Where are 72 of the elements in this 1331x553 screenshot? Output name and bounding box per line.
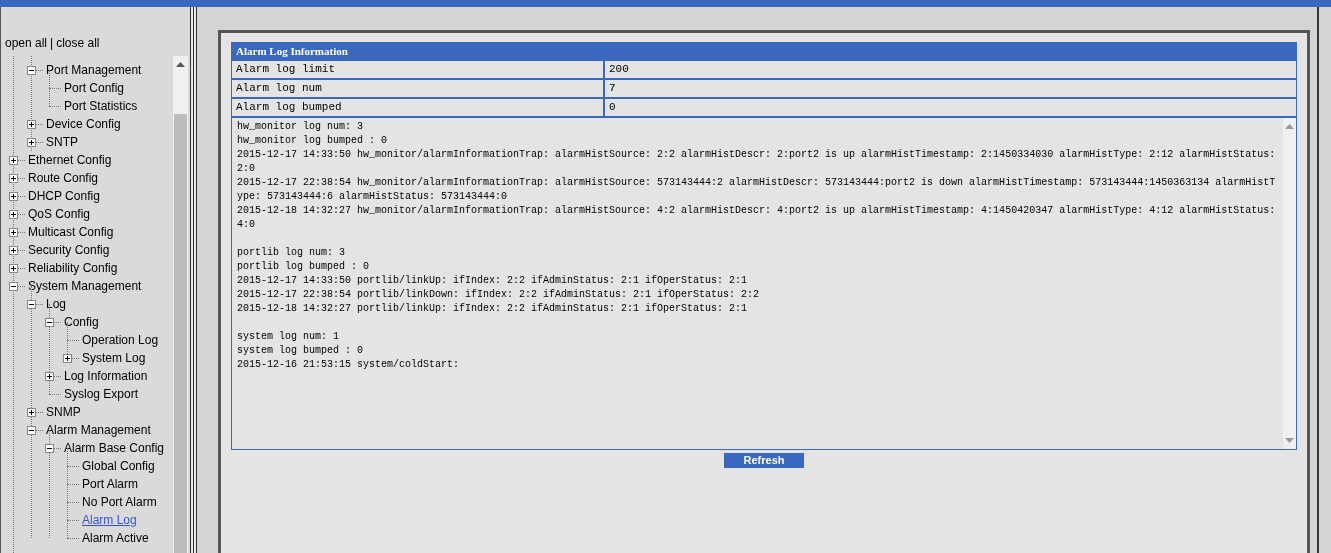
tree-item[interactable]: Alarm Active [81,529,150,547]
expand-icon[interactable] [45,371,54,381]
tree-item[interactable]: SNMP [45,403,82,421]
tree-item[interactable]: Security Config [27,241,111,259]
tree-item[interactable]: Alarm Management [45,421,152,439]
tree-item[interactable]: QoS Config [27,205,92,223]
expand-icon[interactable] [9,245,18,255]
collapse-icon[interactable] [27,65,36,75]
tree-item[interactable]: Device Config [45,115,122,133]
collapse-icon[interactable] [27,425,36,435]
log-line: portlib log num: 3 [237,246,347,260]
expand-icon[interactable] [9,263,18,273]
collapse-icon[interactable] [9,281,18,291]
log-line: hw_monitor log num: 3 [237,120,365,134]
tree-item[interactable]: Operation Log [81,331,160,349]
tree-item[interactable]: Port Alarm [81,475,139,493]
tree-item[interactable]: SNTP [45,133,79,151]
log-line: 2015-12-17 14:33:50 hw_monitor/alarmInformationTrap: alarmHistSource: 2:2 alarmHistDescr: 2:port2 is up alarmHistTimestamp: 2:1450334030 alarmHistType: 2:12 alarmHistStatus: 2:0 [237,148,1277,176]
expand-icon[interactable] [9,155,18,165]
panel-title: Alarm Log Information [232,43,1296,59]
expand-icon[interactable] [27,119,36,129]
tree-item[interactable]: Ethernet Config [27,151,113,169]
tree-item[interactable]: Alarm Base Config [63,439,166,457]
log-text-area[interactable] [232,116,1296,449]
field-value: 200 [608,62,630,77]
expand-icon[interactable] [9,209,18,219]
tree-item[interactable]: Log [45,295,68,313]
field-label: Alarm log num [232,80,605,97]
tree-item[interactable]: Syslog Export [63,385,140,403]
field-label: Alarm log limit [232,61,605,78]
log-line: hw_monitor log bumped : 0 [237,134,389,148]
tree-item[interactable]: Reliability Config [27,259,119,277]
tree-item[interactable]: System Management [27,277,143,295]
expand-icon[interactable] [27,407,36,417]
collapse-icon[interactable] [27,299,36,309]
tree-item[interactable]: Global Config [81,457,156,475]
log-line: 2015-12-17 14:33:50 portlib/linkUp: ifIndex: 2:2 ifAdminStatus: 2:1 ifOperStatus: 2:1 [237,274,749,288]
log-line: system log bumped : 0 [237,344,365,358]
scroll-up-icon[interactable] [176,62,185,67]
field-value: 7 [608,81,617,96]
collapse-icon[interactable] [45,443,54,453]
tree-item[interactable]: Route Config [27,169,100,187]
expand-icon[interactable] [9,227,18,237]
tree-item[interactable]: Port Statistics [63,97,139,115]
log-line: 2015-12-18 14:32:27 portlib/linkUp: ifIndex: 2:2 ifAdminStatus: 2:1 ifOperStatus: 2:1 [237,302,749,316]
field-value: 0 [608,100,617,115]
tree-item[interactable]: Log Information [63,367,149,385]
log-line: 2015-12-16 21:53:15 system/coldStart: [237,358,461,372]
expand-icon[interactable] [63,353,72,363]
sidebar-scrollbar[interactable] [173,56,188,553]
scrollbar-thumb[interactable] [174,114,187,553]
tree-item[interactable]: Port Config [63,79,126,97]
expand-icon[interactable] [27,137,36,147]
log-line: portlib log bumped : 0 [237,260,371,274]
tree-item[interactable]: System Log [81,349,147,367]
tree-item[interactable]: Config [63,313,100,331]
link-separator: | [50,35,54,52]
log-line: 2015-12-17 22:38:54 portlib/linkDown: ifIndex: 2:2 ifAdminStatus: 2:1 ifOperStatus: 2:2 [237,288,761,302]
log-line: 2015-12-17 22:38:54 hw_monitor/alarmInformationTrap: alarmHistSource: 573143444:2 alarmHistDescr: 573143444:port2 is down alarmHistTimestamp: 573143444:1450363134 alarmHistType: 573143444:6 alarmHistStatus: 573143444:0 [237,176,1277,204]
tree-item[interactable]: No Port Alarm [81,493,158,511]
expand-icon[interactable] [9,173,18,183]
tree-item[interactable]: Port Management [45,61,143,79]
tree-item[interactable]: Alarm Log [81,511,138,529]
tree-item[interactable]: Multicast Config [27,223,115,241]
close-all-link[interactable]: close all [56,34,100,52]
open-all-link[interactable]: open all [5,34,48,52]
log-line: system log num: 1 [237,330,341,344]
log-line: 2015-12-18 14:32:27 hw_monitor/alarmInformationTrap: alarmHistSource: 4:2 alarmHistDescr: 4:port2 is up alarmHistTimestamp: 4:1450420347 alarmHistType: 4:12 alarmHistStatus: 4:0 [237,204,1277,232]
tree-item[interactable]: DHCP Config [27,187,101,205]
collapse-icon[interactable] [45,317,54,327]
expand-icon[interactable] [9,191,18,201]
refresh-button[interactable]: Refresh [724,453,804,468]
